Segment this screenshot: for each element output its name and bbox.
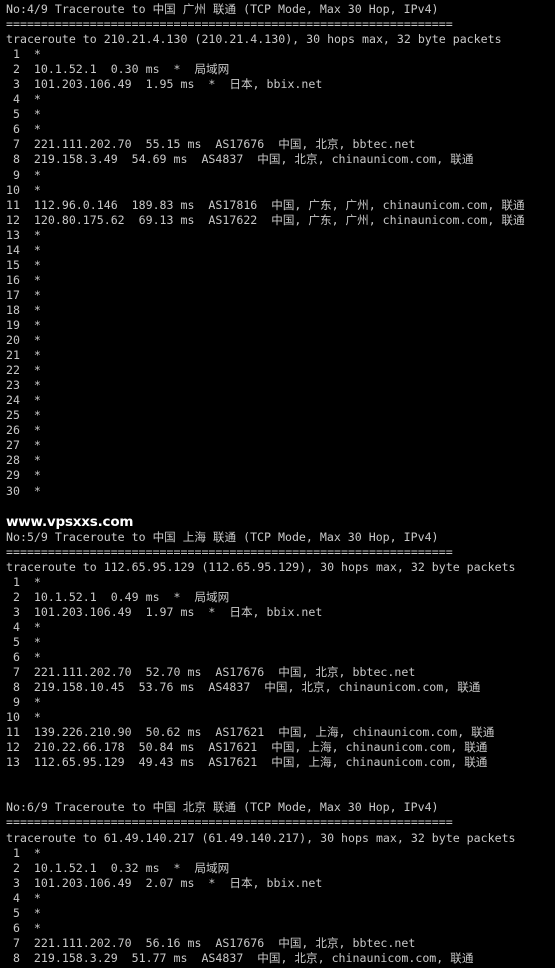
- hop-row: 9 *: [6, 167, 41, 182]
- hop-row: 27 *: [6, 438, 41, 453]
- hop-row: 7 221.111.202.70 52.70 ms AS17676 中国, 北京…: [6, 665, 416, 680]
- hop-row: 21 *: [6, 348, 41, 363]
- hop-row: 22 *: [6, 363, 41, 378]
- hop-row: 11 139.226.210.90 50.62 ms AS17621 中国, 上…: [6, 725, 495, 740]
- traceroute-header: No:4/9 Traceroute to 中国 广州 联通 (TCP Mode,…: [6, 2, 439, 16]
- hop-row: 5 *: [6, 905, 41, 920]
- hop-row: 28 *: [6, 453, 41, 468]
- hop-row: 24 *: [6, 393, 41, 408]
- hop-row: 12 210.22.66.178 50.84 ms AS17621 中国, 上海…: [6, 740, 488, 755]
- separator-line: ========================================…: [6, 544, 453, 559]
- hop-row: 7 221.111.202.70 56.16 ms AS17676 中国, 北京…: [6, 935, 416, 950]
- hop-row: 1 *: [6, 47, 41, 62]
- hop-row: 17 *: [6, 287, 41, 302]
- hop-row: 4 *: [6, 619, 41, 634]
- traceroute-summary: traceroute to 210.21.4.130 (210.21.4.130…: [6, 32, 502, 47]
- hop-row: 19 *: [6, 317, 41, 332]
- hop-row: 8 219.158.3.49 54.69 ms AS4837 中国, 北京, c…: [6, 152, 474, 167]
- hop-row: 8 219.158.3.29 51.77 ms AS4837 中国, 北京, c…: [6, 950, 474, 965]
- traceroute-section-5: No:5/9 Traceroute to 中国 上海 联通 (TCP Mode,…: [6, 530, 555, 771]
- hop-row: 16 *: [6, 272, 41, 287]
- hop-row: 20 *: [6, 333, 41, 348]
- hop-row: 26 *: [6, 423, 41, 438]
- separator-line: ========================================…: [6, 17, 453, 32]
- hop-row: 25 *: [6, 408, 41, 423]
- hop-row: 10 *: [6, 182, 41, 197]
- traceroute-header: No:5/9 Traceroute to 中国 上海 联通 (TCP Mode,…: [6, 529, 439, 544]
- hop-row: 2 10.1.52.1 0.30 ms * 局域网: [6, 62, 230, 77]
- hop-row: 4 *: [6, 890, 41, 905]
- hop-row: 7 221.111.202.70 55.15 ms AS17676 中国, 北京…: [6, 137, 416, 152]
- hop-row: 6 *: [6, 920, 41, 935]
- hop-row: 13 112.65.95.129 49.43 ms AS17621 中国, 上海…: [6, 755, 488, 770]
- hop-row: 4 *: [6, 92, 41, 107]
- hop-row: 3 101.203.106.49 1.97 ms * 日本, bbix.net: [6, 604, 323, 619]
- hop-row: 5 *: [6, 107, 41, 122]
- separator-line: ========================================…: [6, 815, 453, 830]
- hop-row: 6 *: [6, 122, 41, 137]
- hop-row: 12 120.80.175.62 69.13 ms AS17622 中国, 广东…: [6, 212, 525, 227]
- hop-row: 11 112.96.0.146 189.83 ms AS17816 中国, 广东…: [6, 197, 525, 212]
- hop-row: 13 *: [6, 227, 41, 242]
- hop-row: 10 *: [6, 710, 41, 725]
- traceroute-section-4: No:4/9 Traceroute to 中国 广州 联通 (TCP Mode,…: [6, 2, 555, 499]
- hop-row: 2 10.1.52.1 0.32 ms * 局域网: [6, 860, 230, 875]
- traceroute-summary: traceroute to 112.65.95.129 (112.65.95.1…: [6, 559, 516, 574]
- hop-row: 14 *: [6, 242, 41, 257]
- hop-row: 30 *: [6, 483, 41, 498]
- traceroute-header: No:6/9 Traceroute to 中国 北京 联通 (TCP Mode,…: [6, 800, 439, 815]
- hop-row: 5 *: [6, 634, 41, 649]
- hop-row: 15 *: [6, 257, 41, 272]
- traceroute-section-6: No:6/9 Traceroute to 中国 北京 联通 (TCP Mode,…: [6, 800, 555, 966]
- hop-row: 23 *: [6, 378, 41, 393]
- hop-row: 2 10.1.52.1 0.49 ms * 局域网: [6, 589, 230, 604]
- hop-row: 8 219.158.10.45 53.76 ms AS4837 中国, 北京, …: [6, 680, 481, 695]
- hop-row: 3 101.203.106.49 1.95 ms * 日本, bbix.net: [6, 77, 323, 92]
- hop-row: 1 *: [6, 845, 41, 860]
- traceroute-summary: traceroute to 61.49.140.217 (61.49.140.2…: [6, 830, 516, 845]
- hop-row: 9 *: [6, 695, 41, 710]
- hop-row: 3 101.203.106.49 2.07 ms * 日本, bbix.net: [6, 875, 323, 890]
- hop-row: 29 *: [6, 468, 41, 483]
- terminal-output[interactable]: No:4/9 Traceroute to 中国 广州 联通 (TCP Mode,…: [0, 0, 555, 968]
- hop-row: 18 *: [6, 302, 41, 317]
- hop-row: 1 *: [6, 574, 41, 589]
- site-watermark: www.vpsxxs.com: [6, 513, 134, 530]
- hop-row: 6 *: [6, 649, 41, 664]
